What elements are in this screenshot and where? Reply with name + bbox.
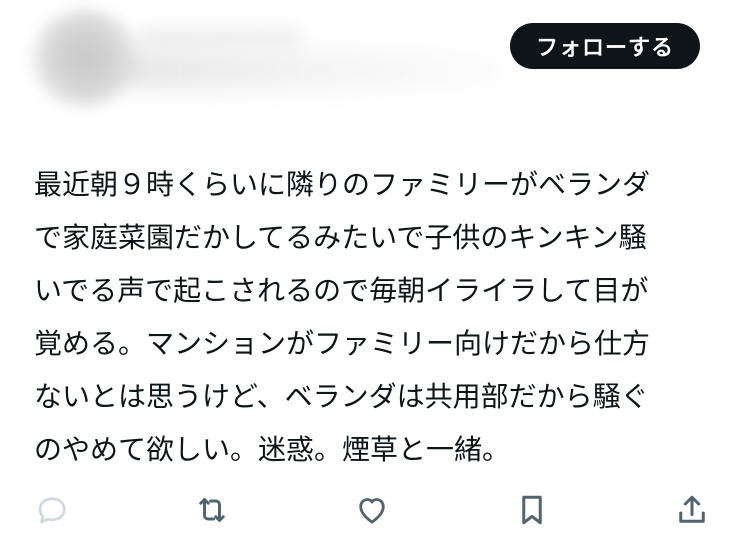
like-icon — [359, 498, 385, 524]
display-name-redacted — [120, 50, 540, 90]
tweet-header: フォローする — [0, 0, 750, 130]
retweet-icon — [199, 498, 225, 522]
reply-button[interactable] — [30, 488, 74, 532]
tweet-text-line: で家庭菜園だかしてるみたいで子供のキンキン騒 — [34, 221, 647, 254]
tweet-text-line: のやめて欲しい。迷惑。煙草と一緒。 — [34, 433, 511, 466]
bookmark-icon — [522, 495, 542, 525]
tweet-text-line: ないとは思うけど、ベランダは共用部だから騒ぐ — [34, 380, 649, 413]
tweet-text-line: 最近朝９時くらいに隣りのファミリーがベランダ — [34, 168, 651, 201]
tweet-text-line: 覚める。マンションがファミリー向けだから仕方 — [34, 327, 651, 360]
retweet-button[interactable] — [190, 488, 234, 532]
tweet-text: 最近朝９時くらいに隣りのファミリーがベランダ で家庭菜園だかしてるみたいで子供の… — [34, 158, 714, 476]
like-button[interactable] — [350, 488, 394, 532]
tweet-action-bar — [0, 488, 750, 540]
tweet-text-line: いでる声で起こされるので毎朝イライラして目が — [34, 274, 649, 307]
bookmark-button[interactable] — [510, 488, 554, 532]
share-icon — [679, 495, 705, 523]
follow-button[interactable]: フォローする — [510, 23, 700, 69]
username-redacted — [140, 28, 300, 46]
reply-icon — [38, 497, 66, 524]
share-button[interactable] — [670, 488, 714, 532]
